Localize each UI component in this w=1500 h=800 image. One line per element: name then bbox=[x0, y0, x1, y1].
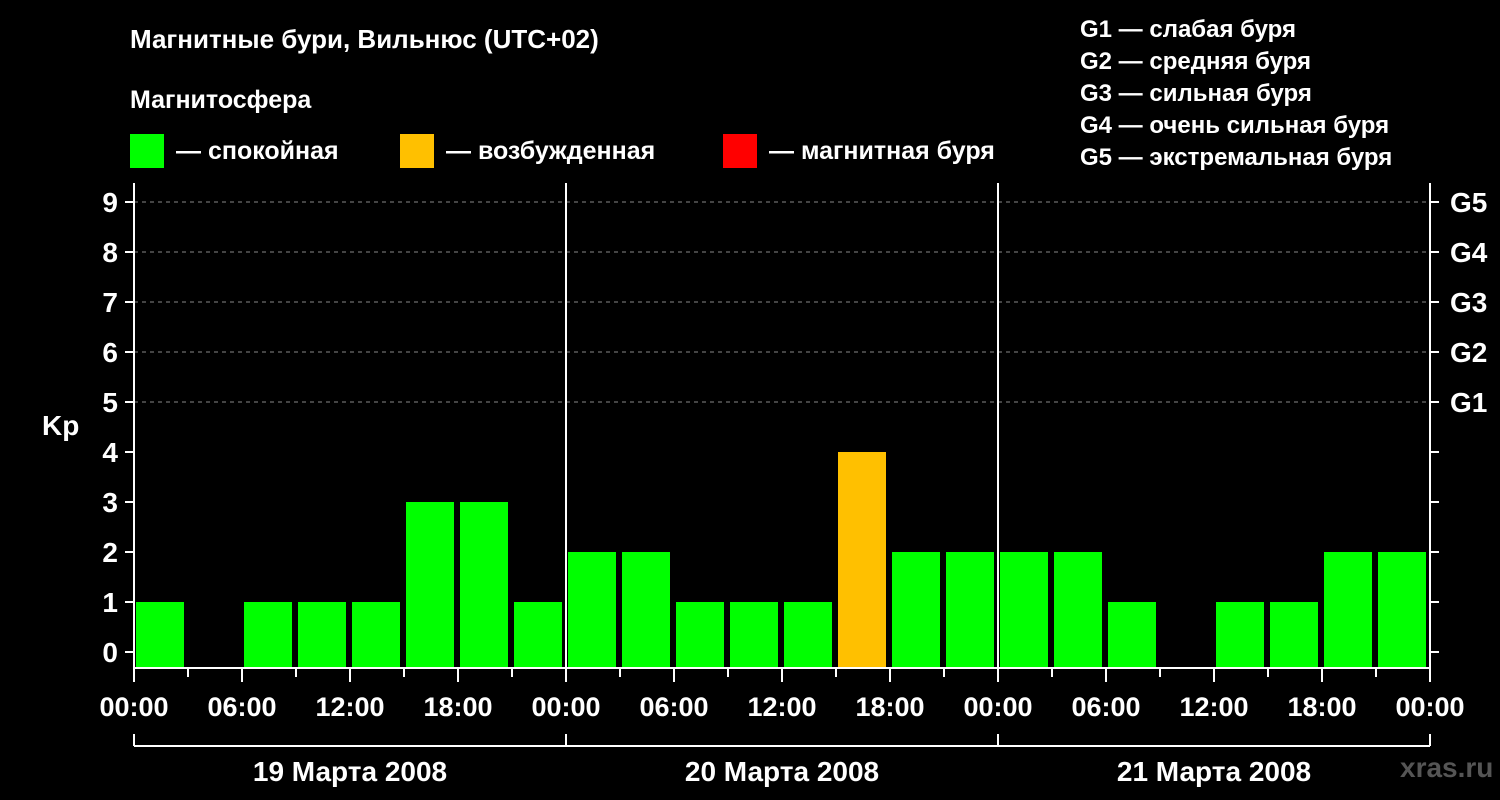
y-tick-label-0: 0 bbox=[102, 637, 118, 668]
kp-bar-3 bbox=[298, 602, 346, 668]
day-label-2: 21 Марта 2008 bbox=[1117, 756, 1311, 787]
x-tick-label-0: 00:00 bbox=[99, 692, 168, 722]
kp-bar-12 bbox=[784, 602, 832, 668]
right-tick-label-g4: G4 bbox=[1450, 237, 1488, 268]
x-tick-label-3: 18:00 bbox=[423, 692, 492, 722]
day-label-1: 20 Марта 2008 bbox=[685, 756, 879, 787]
kp-bar-16 bbox=[1000, 552, 1048, 668]
kp-bar-22 bbox=[1324, 552, 1372, 668]
kp-bar-15 bbox=[946, 552, 994, 668]
right-tick-label-g1: G1 bbox=[1450, 387, 1487, 418]
y-tick-label-5: 5 bbox=[102, 387, 118, 418]
kp-bar-7 bbox=[514, 602, 562, 668]
right-tick-label-g5: G5 bbox=[1450, 187, 1487, 218]
kp-bar-2 bbox=[244, 602, 292, 668]
y-tick-label-9: 9 bbox=[102, 187, 118, 218]
x-tick-label-6: 12:00 bbox=[747, 692, 816, 722]
x-tick-label-11: 18:00 bbox=[1287, 692, 1356, 722]
x-tick-label-5: 06:00 bbox=[639, 692, 708, 722]
kp-bar-13 bbox=[838, 452, 886, 668]
day-label-0: 19 Марта 2008 bbox=[253, 756, 447, 787]
x-tick-label-7: 18:00 bbox=[855, 692, 924, 722]
x-tick-label-12: 00:00 bbox=[1395, 692, 1464, 722]
x-tick-label-10: 12:00 bbox=[1179, 692, 1248, 722]
x-tick-label-2: 12:00 bbox=[315, 692, 384, 722]
x-tick-label-9: 06:00 bbox=[1071, 692, 1140, 722]
kp-bar-21 bbox=[1270, 602, 1318, 668]
kp-bar-chart: 0 1 2 3 4 5 6 7 8 9 G1 G2 G3 G4 G5 00:00 06:00 12:00 18:00… bbox=[99, 183, 1488, 787]
kp-bar-6 bbox=[460, 502, 508, 668]
right-tick-label-g3: G3 bbox=[1450, 287, 1487, 318]
y-tick-label-3: 3 bbox=[102, 487, 118, 518]
watermark: xras.ru bbox=[1400, 752, 1494, 783]
x-tick-label-8: 00:00 bbox=[963, 692, 1032, 722]
kp-bar-17 bbox=[1054, 552, 1102, 668]
kp-bar-5 bbox=[406, 502, 454, 668]
kp-bar-0 bbox=[136, 602, 184, 668]
right-tick-label-g2: G2 bbox=[1450, 337, 1487, 368]
kp-bar-9 bbox=[622, 552, 670, 668]
kp-bar-8 bbox=[568, 552, 616, 668]
kp-bar-11 bbox=[730, 602, 778, 668]
y-tick-label-7: 7 bbox=[102, 287, 118, 318]
kp-bar-4 bbox=[352, 602, 400, 668]
y-tick-label-4: 4 bbox=[102, 437, 118, 468]
y-tick-label-8: 8 bbox=[102, 237, 118, 268]
kp-bar-10 bbox=[676, 602, 724, 668]
kp-bar-20 bbox=[1216, 602, 1264, 668]
y-tick-label-6: 6 bbox=[102, 337, 118, 368]
x-tick-label-1: 06:00 bbox=[207, 692, 276, 722]
kp-bar-14 bbox=[892, 552, 940, 668]
kp-bar-18 bbox=[1108, 602, 1156, 668]
x-tick-label-4: 00:00 bbox=[531, 692, 600, 722]
kp-bar-23 bbox=[1378, 552, 1426, 668]
y-tick-label-2: 2 bbox=[102, 537, 118, 568]
y-tick-label-1: 1 bbox=[102, 587, 118, 618]
